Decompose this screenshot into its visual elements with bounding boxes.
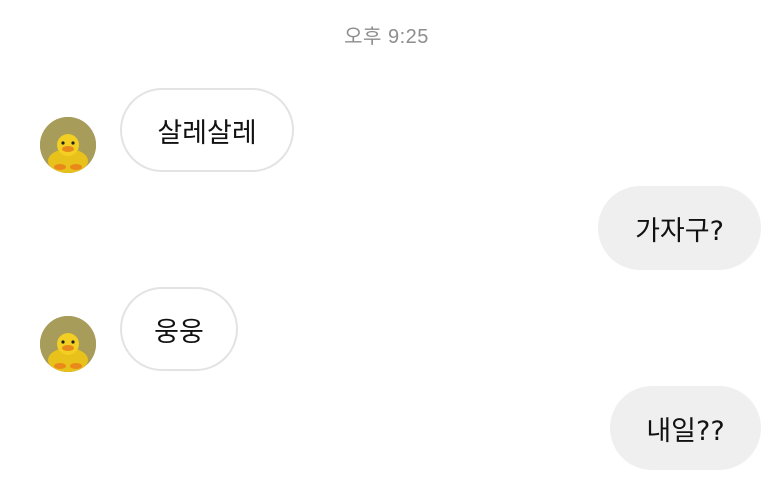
message-timestamp: 오후 9:25: [344, 26, 429, 48]
outgoing-message-bubble[interactable]: 가자구?: [598, 186, 761, 270]
sender-avatar[interactable]: [40, 316, 96, 372]
duck-icon: [40, 117, 96, 173]
message-text: 웅웅: [154, 316, 204, 348]
sender-avatar[interactable]: [40, 117, 96, 173]
message-text: 살레살레: [157, 117, 257, 149]
incoming-message-bubble[interactable]: 웅웅: [120, 287, 238, 371]
message-text: 내일??: [646, 415, 725, 447]
duck-icon: [40, 316, 96, 372]
message-text: 가자구?: [635, 215, 724, 247]
incoming-message-bubble[interactable]: 살레살레: [120, 88, 294, 172]
outgoing-message-bubble[interactable]: 내일??: [610, 386, 761, 470]
